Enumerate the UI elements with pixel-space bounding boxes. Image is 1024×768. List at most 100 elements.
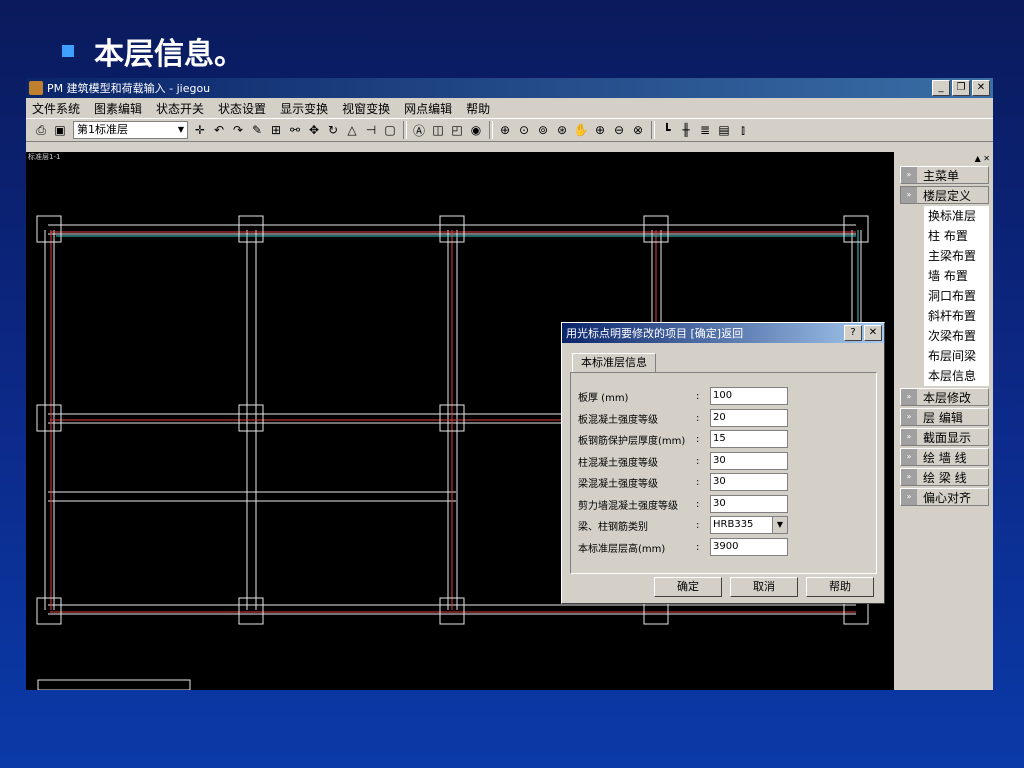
zoom-previous-icon[interactable]: ⊚ (534, 121, 552, 139)
section-label: 偏心对齐 (923, 490, 972, 505)
pen-icon[interactable]: ✎ (248, 121, 266, 139)
menu-view[interactable]: 视窗变换 (342, 100, 390, 117)
submenu-item[interactable]: 斜杆布置 (924, 306, 989, 326)
menu-display[interactable]: 显示变换 (280, 100, 328, 117)
submenu-item[interactable]: 换标准层 (924, 206, 989, 226)
submenu-item[interactable]: 本层信息 (924, 366, 989, 386)
layer-select[interactable]: 第1标准层 ▼ (73, 121, 188, 139)
chevron-down-icon: ▼ (772, 517, 787, 533)
chevron-down-icon: » (901, 187, 917, 203)
toolbar-separator (651, 121, 655, 139)
column-box (843, 215, 869, 243)
submenu-item[interactable]: 布层间梁 (924, 346, 989, 366)
column-box (36, 597, 62, 625)
grid-icon[interactable]: ⊞ (267, 121, 285, 139)
status-box (37, 679, 191, 690)
submenu-item[interactable]: 柱 布置 (924, 226, 989, 246)
column-concrete-input[interactable]: 30 (710, 452, 788, 470)
submenu-item[interactable]: 主梁布置 (924, 246, 989, 266)
close-icon[interactable]: ✕ (864, 325, 882, 341)
ok-button[interactable]: 确定 (654, 577, 722, 597)
field-row-slab-cover: 板钢筋保护层厚度(mm) : 15 (578, 430, 788, 448)
section-floor-define[interactable]: » 楼层定义 (900, 186, 989, 204)
dimension-icon[interactable]: ⫾ (734, 121, 752, 139)
help-icon[interactable]: ? (844, 325, 862, 341)
minimize-button[interactable]: _ (932, 80, 950, 96)
section-label: 层 编辑 (923, 410, 963, 425)
tab-floor-info[interactable]: 本标准层信息 (572, 353, 656, 372)
toolbar-separator (403, 121, 407, 139)
print-icon[interactable]: ⎙ (32, 121, 50, 139)
copy-icon[interactable]: ▢ (381, 121, 399, 139)
rebar-type-select[interactable]: HRB335 ▼ (710, 516, 788, 534)
submenu-item[interactable]: 墙 布置 (924, 266, 989, 286)
maximize-button[interactable]: ❐ (952, 80, 970, 96)
pan-icon[interactable]: ✋ (572, 121, 590, 139)
floor-height-input[interactable]: 3900 (710, 538, 788, 556)
save-icon[interactable]: ▣ (51, 121, 69, 139)
beam-icon[interactable]: ╫ (677, 121, 695, 139)
section-layer-edit[interactable]: » 层 编辑 (900, 408, 989, 426)
zoom-realtime-icon[interactable]: ⊛ (553, 121, 571, 139)
zoom-window-icon[interactable]: ⊕ (496, 121, 514, 139)
field-label: 本标准层层高(mm) (578, 543, 666, 555)
panel-controls: ▲ ✕ (974, 153, 990, 163)
submenu-list: 换标准层 柱 布置 主梁布置 墙 布置 洞口布置 斜杆布置 次梁布置 布层间梁 … (924, 206, 989, 386)
help-button[interactable]: 帮助 (806, 577, 874, 597)
section-draw-beam[interactable]: » 绘 梁 线 (900, 468, 989, 486)
layer-icon[interactable]: Ⓐ (410, 121, 428, 139)
submenu-item[interactable]: 次梁布置 (924, 326, 989, 346)
mirror-icon[interactable]: △ (343, 121, 361, 139)
submenu-item[interactable]: 洞口布置 (924, 286, 989, 306)
slab-cover-input[interactable]: 15 (710, 430, 788, 448)
field-row-beam-concrete: 梁混凝土强度等级 : 30 (578, 473, 788, 491)
cube-icon[interactable]: ◫ (429, 121, 447, 139)
menu-edit[interactable]: 图素编辑 (94, 100, 142, 117)
zoom-in-icon[interactable]: ⊕ (591, 121, 609, 139)
menu-help[interactable]: 帮助 (466, 100, 490, 117)
section-main-menu[interactable]: » 主菜单 (900, 166, 989, 184)
section-label: 楼层定义 (923, 188, 972, 203)
crosshair-icon[interactable]: ✛ (191, 121, 209, 139)
field-row-floor-height: 本标准层层高(mm) : 3900 (578, 538, 788, 556)
slab-thickness-input[interactable]: 100 (710, 387, 788, 405)
section-floor-modify[interactable]: » 本层修改 (900, 388, 989, 406)
column-box (238, 215, 264, 243)
beam-concrete-input[interactable]: 30 (710, 473, 788, 491)
box-icon[interactable]: ◰ (448, 121, 466, 139)
close-button[interactable]: ✕ (972, 80, 990, 96)
redo-icon[interactable]: ↷ (229, 121, 247, 139)
eye-icon[interactable]: ◉ (467, 121, 485, 139)
menu-state-switch[interactable]: 状态开关 (156, 100, 204, 117)
table-icon[interactable]: ▤ (715, 121, 733, 139)
zoom-fit-icon[interactable]: ⊙ (515, 121, 533, 139)
link-icon[interactable]: ⚯ (286, 121, 304, 139)
toolbar: ⎙ ▣ 第1标准层 ▼ ✛ ↶ ↷ ✎ ⊞ ⚯ ✥ ↻ △ ⊣ ▢ Ⓐ ◫ ◰ … (26, 118, 993, 142)
cancel-button[interactable]: 取消 (730, 577, 798, 597)
axis-icon[interactable]: ┗ (658, 121, 676, 139)
slab-concrete-input[interactable]: 20 (710, 409, 788, 427)
zoom-out-icon[interactable]: ⊖ (610, 121, 628, 139)
move-icon[interactable]: ✥ (305, 121, 323, 139)
undo-icon[interactable]: ↶ (210, 121, 228, 139)
section-label: 绘 梁 线 (923, 470, 967, 485)
field-label: 柱混凝土强度等级 (578, 457, 658, 469)
menu-file[interactable]: 文件系统 (32, 100, 80, 117)
field-row-column-concrete: 柱混凝土强度等级 : 30 (578, 452, 788, 470)
column-box (238, 404, 264, 432)
wall-concrete-input[interactable]: 30 (710, 495, 788, 513)
offset-icon[interactable]: ⊣ (362, 121, 380, 139)
section-eccentric-align[interactable]: » 偏心对齐 (900, 488, 989, 506)
rotate-icon[interactable]: ↻ (324, 121, 342, 139)
section-label: 绘 墙 线 (923, 450, 967, 465)
wall-icon[interactable]: ≣ (696, 121, 714, 139)
zoom-all-icon[interactable]: ⊗ (629, 121, 647, 139)
chevron-right-icon: » (901, 167, 917, 183)
section-label: 本层修改 (923, 390, 972, 405)
section-section-display[interactable]: » 截面显示 (900, 428, 989, 446)
section-draw-wall[interactable]: » 绘 墙 线 (900, 448, 989, 466)
section-label: 截面显示 (923, 430, 972, 445)
field-label: 剪力墙混凝土强度等级 (578, 500, 678, 512)
menu-node-edit[interactable]: 网点编辑 (404, 100, 452, 117)
menu-state-settings[interactable]: 状态设置 (218, 100, 266, 117)
